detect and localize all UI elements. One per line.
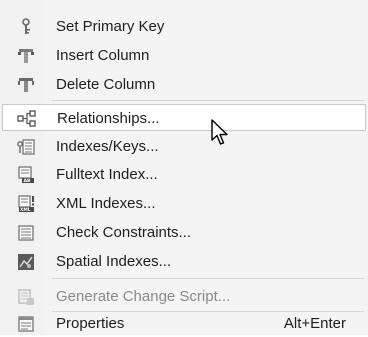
menu-item-label: Check Constraints... (56, 224, 192, 241)
menu-item-label: Indexes/Keys... (56, 138, 159, 155)
key-icon (22, 18, 30, 34)
menu-item-label: XML Indexes... (56, 195, 156, 212)
svg-text:XML: XML (20, 207, 31, 213)
generate-script-icon (18, 289, 34, 305)
relationships-icon (17, 110, 36, 127)
properties-icon (18, 316, 34, 332)
menu-separator (52, 278, 364, 279)
menu-item-label: Insert Column (56, 47, 150, 64)
delete-column-icon (18, 78, 34, 92)
menu-item-properties[interactable]: Properties Alt+Enter (2, 310, 366, 337)
menu-item-delete-column[interactable]: Delete Column (2, 71, 366, 98)
menu-item-label: Generate Change Script... (56, 288, 231, 305)
menu-item-shortcut: Alt+Enter (283, 315, 346, 332)
menu-item-indexes-keys[interactable]: Indexes/Keys... (2, 133, 366, 160)
menu-item-label: Delete Column (56, 76, 156, 93)
menu-item-label: Spatial Indexes... (56, 253, 172, 270)
svg-text:AB: AB (24, 178, 32, 184)
fulltext-index-icon: AB (18, 166, 34, 184)
menu-item-label: Relationships... (57, 110, 160, 127)
indexes-keys-icon (17, 139, 35, 155)
xml-indexes-icon: XML (18, 195, 34, 213)
menu-item-label: Properties (56, 315, 125, 332)
menu-item-set-primary-key[interactable]: Set Primary Key (2, 13, 366, 40)
menu-item-generate-change-script: Generate Change Script... (2, 283, 366, 310)
menu-item-fulltext-index[interactable]: AB Fulltext Index... (2, 161, 366, 188)
spatial-indexes-icon (18, 254, 34, 270)
menu-item-spatial-indexes[interactable]: Spatial Indexes... (2, 248, 366, 275)
menu-item-check-constraints[interactable]: Check Constraints... (2, 219, 366, 246)
context-menu: Set Primary Key Insert Column Delete Col… (0, 0, 368, 335)
check-constraints-icon (18, 225, 34, 241)
menu-item-insert-column[interactable]: Insert Column (2, 42, 366, 69)
menu-item-label: Set Primary Key (56, 18, 165, 35)
menu-item-relationships[interactable]: Relationships... (2, 104, 366, 131)
menu-item-xml-indexes[interactable]: XML XML Indexes... (2, 190, 366, 217)
insert-column-icon (18, 49, 34, 63)
mouse-cursor-icon (211, 119, 228, 145)
menu-item-label: Fulltext Index... (56, 166, 158, 183)
menu-separator (52, 100, 364, 101)
